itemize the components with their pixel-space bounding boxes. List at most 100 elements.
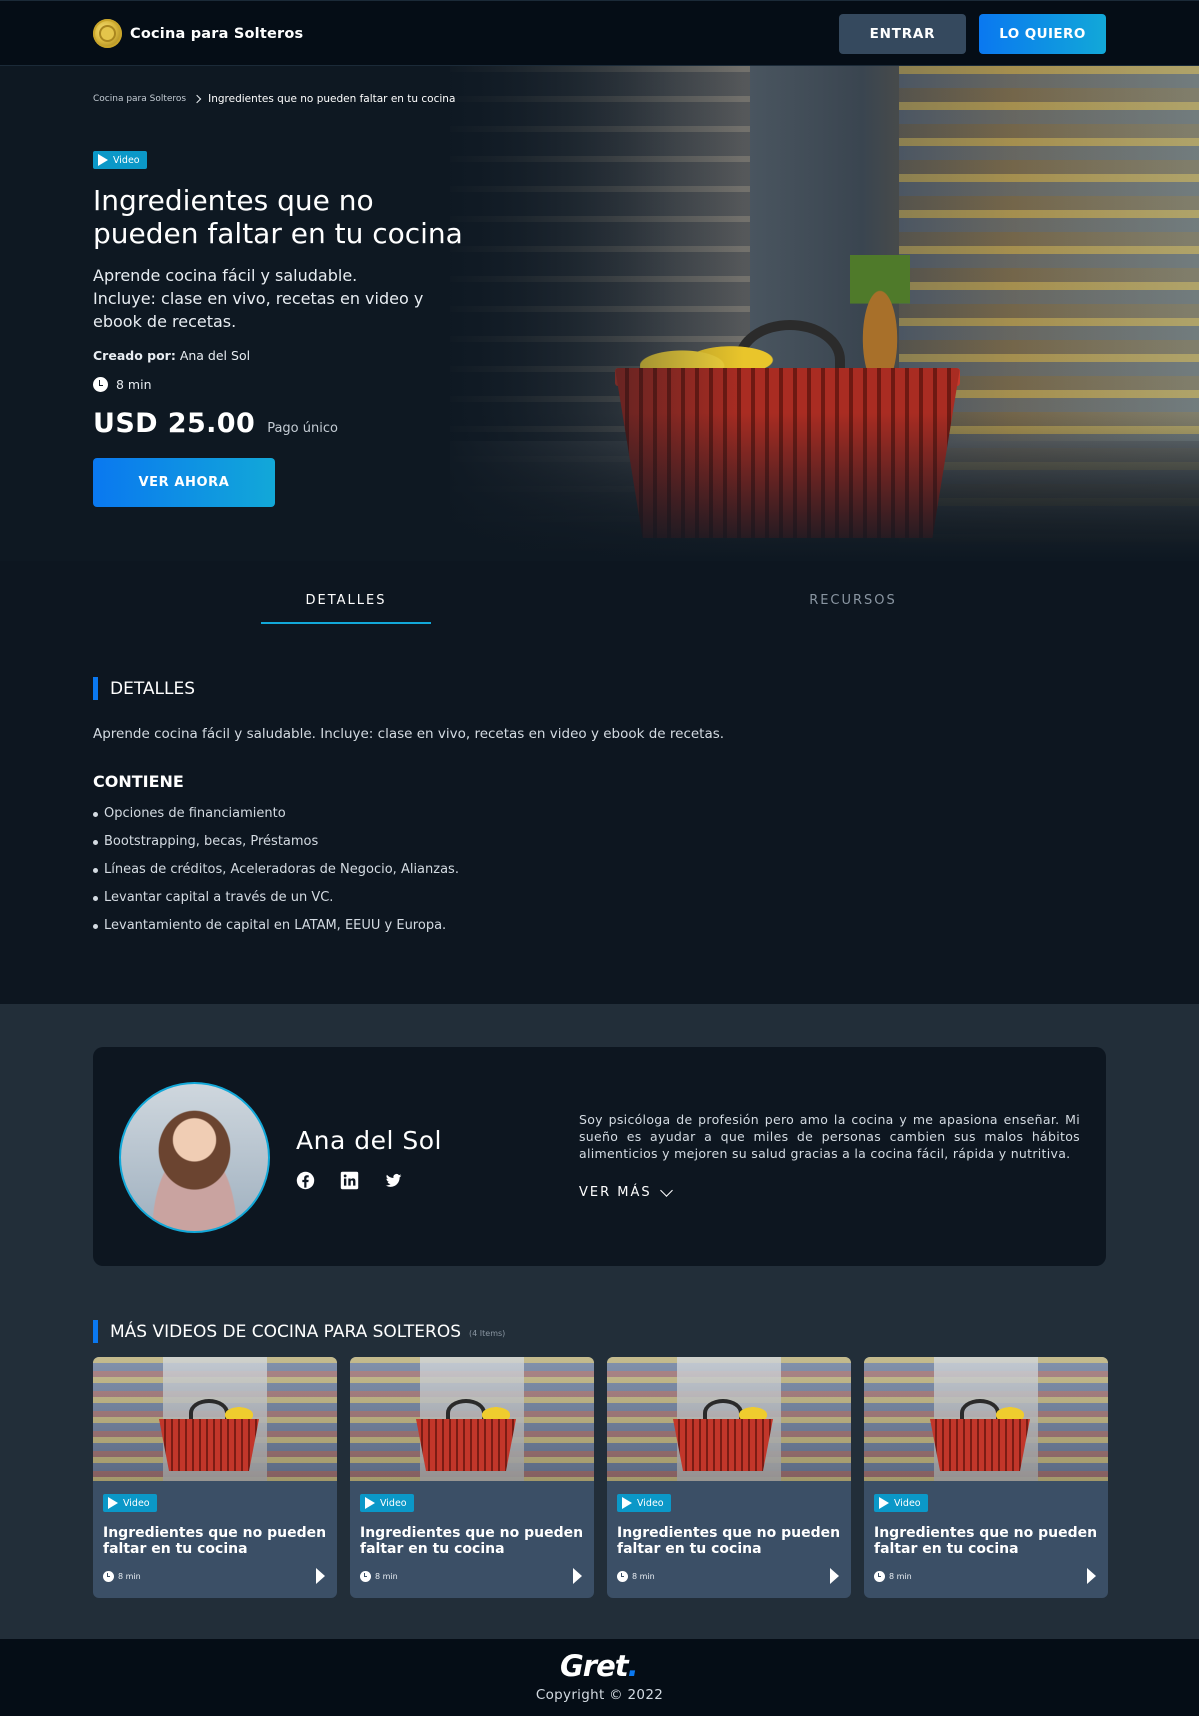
duration: 8 min [93, 377, 152, 392]
author-card: Ana del Sol Soy psicóloga de profesión p… [93, 1047, 1106, 1266]
video-card-list: Video Ingredientes que no pueden faltar … [93, 1357, 1108, 1598]
play-icon [879, 1497, 889, 1509]
footer-logo-text: Gret [560, 1649, 629, 1683]
page-title: Ingredientes que no pueden faltar en tu … [93, 184, 463, 250]
hero-subtitle-line2: Incluye: clase en vivo, recetas en video… [93, 289, 424, 331]
heading-accent-bar [93, 1320, 98, 1343]
video-badge-label: Video [380, 1497, 407, 1509]
video-badge: Video [874, 1494, 928, 1512]
play-icon[interactable] [316, 1568, 325, 1584]
linkedin-icon[interactable] [340, 1171, 359, 1190]
video-card[interactable]: Video Ingredientes que no pueden faltar … [350, 1357, 594, 1598]
avatar [119, 1082, 270, 1233]
brand-logo-icon [93, 19, 122, 48]
video-thumbnail[interactable] [93, 1357, 337, 1481]
see-more-link[interactable]: VER MÁS [579, 1183, 673, 1200]
details-heading: DETALLES [93, 677, 195, 700]
video-card-duration: 8 min [103, 1571, 141, 1582]
play-icon[interactable] [573, 1568, 582, 1584]
bullet-icon [93, 924, 98, 929]
tab-resources[interactable]: RECURSOS [768, 593, 938, 608]
video-thumbnail[interactable] [864, 1357, 1108, 1481]
twitter-icon[interactable] [384, 1171, 403, 1190]
video-badge-label: Video [123, 1497, 150, 1509]
author-bio: Soy psicóloga de profesión pero amo la c… [579, 1112, 1080, 1161]
video-badge: Video [360, 1494, 414, 1512]
video-badge: Video [103, 1494, 157, 1512]
details-text: Aprende cocina fácil y saludable. Incluy… [93, 726, 725, 742]
duration-label: 8 min [889, 1572, 912, 1581]
see-more-label: VER MÁS [579, 1185, 652, 1200]
copyright: Copyright © 2022 [535, 1687, 664, 1703]
author-name: Ana del Sol [179, 348, 251, 363]
duration-label: 8 min [632, 1572, 655, 1581]
footer-logo-dot: . [627, 1649, 639, 1683]
list-item: Opciones de financiamiento [93, 806, 459, 834]
breadcrumb: Cocina para Solteros Ingredientes que no… [93, 93, 455, 105]
price-amount: USD 25.00 [93, 408, 256, 439]
contains-heading: CONTIENE [93, 772, 184, 791]
clock-icon [360, 1571, 371, 1582]
video-card-title[interactable]: Ingredientes que no pueden faltar en tu … [103, 1525, 327, 1557]
bullet-icon [93, 812, 98, 817]
brand-name: Cocina para Solteros [130, 25, 304, 42]
brand[interactable]: Cocina para Solteros [93, 19, 303, 48]
breadcrumb-root[interactable]: Cocina para Solteros [93, 94, 186, 104]
clock-icon [874, 1571, 885, 1582]
list-item-label: Levantamiento de capital en LATAM, EEUU … [104, 918, 447, 933]
clock-icon [617, 1571, 628, 1582]
watch-now-button[interactable]: VER AHORA [93, 458, 275, 507]
footer: Gret. Copyright © 2022 [0, 1639, 1199, 1716]
video-badge: Video [93, 151, 147, 169]
video-card-duration: 8 min [874, 1571, 912, 1582]
more-videos-heading-label: MÁS VIDEOS DE COCINA PARA SOLTEROS [110, 1321, 462, 1342]
top-navbar: Cocina para Solteros ENTRAR LO QUIERO [0, 0, 1199, 66]
clock-icon [93, 377, 108, 392]
breadcrumb-current: Ingredientes que no pueden faltar en tu … [208, 93, 456, 105]
bullet-icon [93, 840, 98, 845]
list-item-label: Bootstrapping, becas, Préstamos [104, 834, 319, 849]
video-badge-label: Video [894, 1497, 921, 1509]
list-item-label: Opciones de financiamiento [104, 806, 286, 821]
clock-icon [103, 1571, 114, 1582]
author-line: Creado por: Ana del Sol [93, 348, 250, 363]
play-icon[interactable] [1087, 1568, 1096, 1584]
play-icon [108, 1497, 118, 1509]
video-badge-label: Video [637, 1497, 664, 1509]
video-card-title[interactable]: Ingredientes que no pueden faltar en tu … [617, 1525, 841, 1557]
list-item: Líneas de créditos, Aceleradoras de Nego… [93, 862, 459, 890]
tab-bar: DETALLES RECURSOS [0, 561, 1199, 626]
list-item: Levantamiento de capital en LATAM, EEUU … [93, 918, 459, 946]
thumb-basket [930, 1419, 1030, 1471]
list-item-label: Líneas de créditos, Aceleradoras de Nego… [104, 862, 459, 877]
video-thumbnail[interactable] [607, 1357, 851, 1481]
play-icon[interactable] [830, 1568, 839, 1584]
play-icon [98, 154, 108, 166]
video-card[interactable]: Video Ingredientes que no pueden faltar … [93, 1357, 337, 1598]
buy-button[interactable]: LO QUIERO [979, 14, 1106, 54]
thumb-basket [416, 1419, 516, 1471]
bullet-icon [93, 896, 98, 901]
video-card[interactable]: Video Ingredientes que no pueden faltar … [864, 1357, 1108, 1598]
hero-subtitle-line1: Aprende cocina fácil y saludable. [93, 266, 358, 285]
hero-section: Cocina para Solteros Ingredientes que no… [0, 66, 1199, 561]
play-icon [622, 1497, 632, 1509]
video-card-title[interactable]: Ingredientes que no pueden faltar en tu … [360, 1525, 584, 1557]
login-button[interactable]: ENTRAR [839, 14, 966, 54]
video-thumbnail[interactable] [350, 1357, 594, 1481]
bullet-icon [93, 868, 98, 873]
video-card-title[interactable]: Ingredientes que no pueden faltar en tu … [874, 1525, 1098, 1557]
author-card-name: Ana del Sol [296, 1126, 442, 1155]
contains-list: Opciones de financiamiento Bootstrapping… [93, 806, 459, 946]
list-item: Levantar capital a través de un VC. [93, 890, 459, 918]
facebook-icon[interactable] [296, 1171, 315, 1190]
footer-logo[interactable]: Gret. [560, 1649, 639, 1683]
price-note: Pago único [267, 421, 338, 436]
hero-subtitle: Aprende cocina fácil y saludable. Incluy… [93, 264, 473, 333]
price: USD 25.00 Pago único [93, 408, 338, 439]
duration-label: 8 min [116, 377, 152, 392]
more-videos-heading: MÁS VIDEOS DE COCINA PARA SOLTEROS (4 It… [93, 1320, 505, 1343]
video-card-duration: 8 min [617, 1571, 655, 1582]
tab-details[interactable]: DETALLES [261, 593, 431, 624]
video-card[interactable]: Video Ingredientes que no pueden faltar … [607, 1357, 851, 1598]
